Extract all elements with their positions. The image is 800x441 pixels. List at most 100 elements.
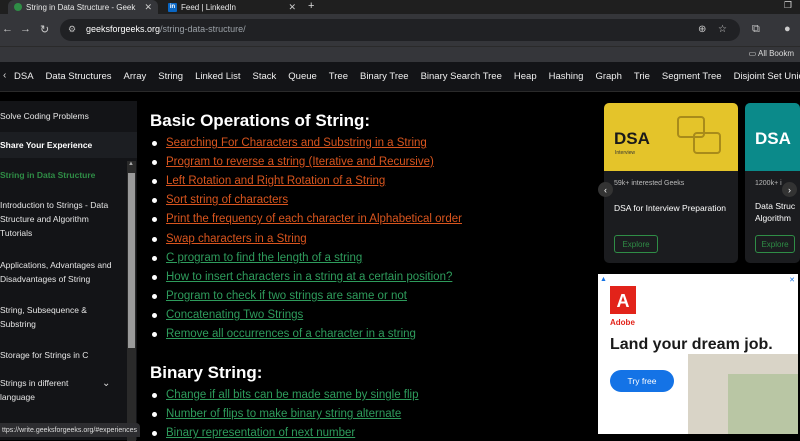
status-url-tooltip: ttps://write.geeksforgeeks.org/#experien… xyxy=(0,423,140,437)
tab-label: Feed | LinkedIn xyxy=(181,2,237,12)
list-item: Left Rotation and Right Rotation of a St… xyxy=(150,174,385,189)
article-link[interactable]: Number of flips to make binary string al… xyxy=(166,407,401,422)
topic-binary-tree[interactable]: Binary Tree xyxy=(360,71,409,82)
carousel-prev-icon[interactable]: ‹ xyxy=(598,182,613,197)
topic-tree[interactable]: Tree xyxy=(329,71,348,82)
tab-linkedin[interactable]: in Feed | LinkedIn ✕ xyxy=(162,0,302,14)
ad-close-icon[interactable]: ✕ xyxy=(789,276,795,284)
carousel-next-icon[interactable]: › xyxy=(782,182,797,197)
ad-brand: Adobe xyxy=(610,318,635,327)
sidebar-item-storage[interactable]: Storage for Strings in C xyxy=(0,348,120,362)
forward-icon[interactable]: → xyxy=(20,23,31,35)
sidebar-item-applications[interactable]: Applications, Advantages and Disadvantag… xyxy=(0,258,120,286)
topic-stack[interactable]: Stack xyxy=(253,71,277,82)
topic-queue[interactable]: Queue xyxy=(288,71,317,82)
adobe-ad[interactable]: ▲ ✕ A Adobe Land your dream job. Try fre… xyxy=(598,274,798,434)
ad-photo-plant xyxy=(728,374,798,434)
solve-coding-problems[interactable]: Solve Coding Problems xyxy=(0,111,137,121)
list-item: Change if all bits can be made same by s… xyxy=(150,388,419,403)
sidebar-item-string-ds[interactable]: String in Data Structure xyxy=(0,168,120,182)
all-bookmarks[interactable]: ▭ All Bookm xyxy=(749,49,794,58)
article-link[interactable]: Change if all bits can be made same by s… xyxy=(166,388,419,403)
article-link[interactable]: Sort string of characters xyxy=(166,193,288,208)
extensions-icon[interactable]: ⧉ xyxy=(752,23,760,36)
chevron-left-icon[interactable]: ‹ xyxy=(3,70,6,81)
explore-button[interactable]: Explore xyxy=(614,235,658,253)
sidebar: Solve Coding Problems Share Your Experie… xyxy=(0,101,137,441)
sidebar-article-list: String in Data Structure Introduction to… xyxy=(0,158,126,440)
topic-disjoint-set[interactable]: Disjoint Set Unic xyxy=(734,71,800,82)
sidebar-item-languages[interactable]: Strings in different language xyxy=(0,376,90,404)
address-bar-area: ← → ↻ ⚙ geeksforgeeks.org/string-data-st… xyxy=(0,14,800,46)
url-bar[interactable]: ⚙ geeksforgeeks.org/string-data-structur… xyxy=(60,19,740,41)
article-link[interactable]: Binary representation of next number xyxy=(166,426,355,440)
sidebar-scrollbar[interactable]: ▲ xyxy=(127,161,136,441)
close-icon[interactable]: ✕ xyxy=(288,2,296,13)
course-card-art: DSA Interview xyxy=(604,103,738,171)
new-tab-icon[interactable]: + xyxy=(308,0,314,12)
article-link[interactable]: Program to check if two strings are same… xyxy=(166,289,407,304)
list-item: Program to check if two strings are same… xyxy=(150,289,407,304)
topic-list: DSA Data Structures Array String Linked … xyxy=(14,71,800,82)
article-link[interactable]: Remove all occurrences of a character in… xyxy=(166,327,416,342)
share-experience[interactable]: Share Your Experience xyxy=(0,132,137,158)
topic-string[interactable]: String xyxy=(158,71,183,82)
list-item: Remove all occurrences of a character in… xyxy=(150,327,416,342)
zoom-icon[interactable]: ⊕ xyxy=(698,24,706,35)
reload-icon[interactable]: ↻ xyxy=(40,23,49,36)
topic-data-structures[interactable]: Data Structures xyxy=(46,71,112,82)
section-title-basic-ops: Basic Operations of String: xyxy=(150,111,371,130)
adobe-logo-icon: A xyxy=(610,286,636,314)
course-card-art: DSA xyxy=(745,103,800,171)
site-info-icon[interactable]: ⚙ xyxy=(68,24,76,35)
topic-hashing[interactable]: Hashing xyxy=(549,71,584,82)
scrollbar-thumb[interactable] xyxy=(128,173,135,348)
list-item: Program to reverse a string (Iterative a… xyxy=(150,155,434,170)
list-item: Number of flips to make binary string al… xyxy=(150,407,401,422)
article-link[interactable]: Concatenating Two Strings xyxy=(166,308,303,323)
topic-heap[interactable]: Heap xyxy=(514,71,537,82)
topic-dsa[interactable]: DSA xyxy=(14,71,34,82)
article-link[interactable]: C program to find the length of a string xyxy=(166,251,362,266)
bookmark-star-icon[interactable]: ☆ xyxy=(718,24,727,35)
section-title-binary-string: Binary String: xyxy=(150,363,263,382)
browser-tab-bar: String in Data Structure - Geek ✕ in Fee… xyxy=(0,0,800,14)
article-link[interactable]: Print the frequency of each character in… xyxy=(166,212,462,227)
chat-bubbles-icon xyxy=(677,116,721,154)
tab-gfg[interactable]: String in Data Structure - Geek ✕ xyxy=(8,0,158,14)
bookmarks-bar: ▭ All Bookm xyxy=(0,46,800,62)
topic-segment-tree[interactable]: Segment Tree xyxy=(662,71,722,82)
explore-button[interactable]: Explore xyxy=(755,235,795,253)
scroll-up-icon[interactable]: ▲ xyxy=(128,161,134,167)
article-link[interactable]: Left Rotation and Right Rotation of a St… xyxy=(166,174,385,189)
ad-info-icon[interactable]: ▲ xyxy=(600,276,607,283)
back-icon[interactable]: ← xyxy=(2,23,13,35)
topic-array[interactable]: Array xyxy=(124,71,147,82)
list-item: Sort string of characters xyxy=(150,193,288,208)
linkedin-favicon-icon: in xyxy=(168,2,177,12)
course-card[interactable]: DSA Interview 59k+ interested Geeks DSA … xyxy=(604,103,738,263)
article-link[interactable]: Swap characters in a String xyxy=(166,232,307,247)
try-free-button[interactable]: Try free xyxy=(610,370,674,392)
article-link[interactable]: Program to reverse a string (Iterative a… xyxy=(166,155,434,170)
ad-headline: Land your dream job. xyxy=(610,336,773,353)
list-item: Print the frequency of each character in… xyxy=(150,212,462,227)
restore-window-icon[interactable]: ❐ xyxy=(784,0,792,11)
sidebar-item-intro[interactable]: Introduction to Strings - Data Structure… xyxy=(0,198,120,240)
list-item: Swap characters in a String xyxy=(150,232,307,247)
list-item: Searching For Characters and Substring i… xyxy=(150,136,427,151)
profile-icon[interactable]: ● xyxy=(784,23,791,35)
interested-count: 59k+ interested Geeks xyxy=(614,180,685,187)
topic-bst[interactable]: Binary Search Tree xyxy=(421,71,502,82)
url-text: geeksforgeeks.org/string-data-structure/ xyxy=(86,24,246,34)
topic-linked-list[interactable]: Linked List xyxy=(195,71,240,82)
article-link[interactable]: Searching For Characters and Substring i… xyxy=(166,136,427,151)
close-icon[interactable]: ✕ xyxy=(144,2,152,13)
course-title: Data Struc Algorithm xyxy=(755,201,796,223)
course-title: DSA for Interview Preparation xyxy=(614,203,726,213)
topic-trie[interactable]: Trie xyxy=(634,71,650,82)
topic-graph[interactable]: Graph xyxy=(595,71,621,82)
sidebar-item-subsequence[interactable]: String, Subsequence & Substring xyxy=(0,303,120,331)
chevron-down-icon[interactable]: ⌄ xyxy=(102,378,110,389)
article-link[interactable]: How to insert characters in a string at … xyxy=(166,270,452,285)
